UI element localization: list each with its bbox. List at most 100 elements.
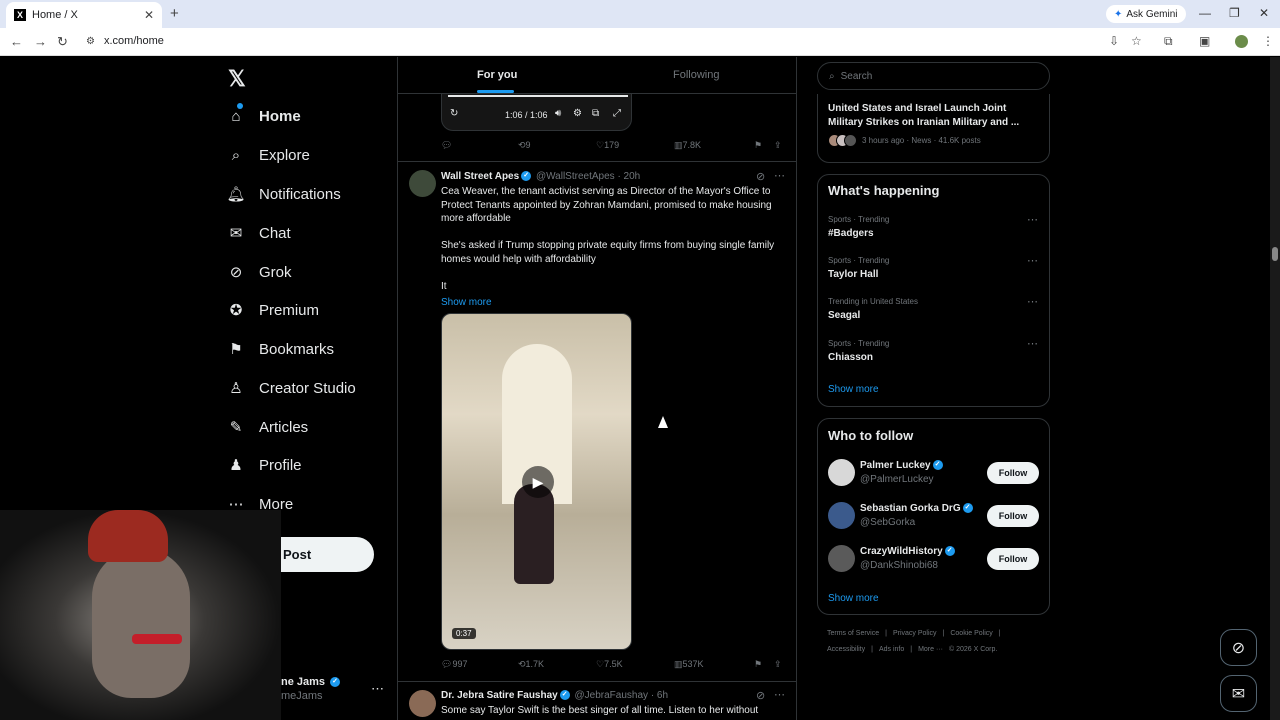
avatar[interactable]: [409, 170, 436, 197]
footer-link[interactable]: Ads info: [879, 646, 904, 653]
follow-button[interactable]: Follow: [987, 462, 1039, 484]
tab-for-you[interactable]: For you: [477, 69, 517, 81]
scrollbar[interactable]: [1270, 57, 1280, 720]
nav-profile[interactable]: ♟ Profile: [227, 450, 301, 480]
reply-button[interactable]: 💬︎: [441, 140, 452, 151]
address-bar[interactable]: x.com/home: [104, 35, 164, 47]
tweet-author[interactable]: Dr. Jebra Satire Faushay ✓ @JebraFaushay …: [441, 690, 668, 701]
reload-icon[interactable]: ↻: [57, 34, 68, 50]
minimize-icon[interactable]: —: [1199, 6, 1211, 20]
nav-grok[interactable]: ⊘ Grok: [227, 257, 292, 287]
tab-close-icon[interactable]: ✕: [144, 8, 154, 22]
trend-more-icon[interactable]: ⋯: [1027, 337, 1038, 350]
timeline[interactable]: For you Following ↻ 1:06 / 1:06 🔊︎ ⚙ ⧉ ⤢…: [397, 57, 797, 720]
volume-icon[interactable]: 🔊︎: [555, 108, 561, 119]
new-tab-button[interactable]: +: [170, 5, 179, 22]
follow-suggestion[interactable]: Sebastian Gorka DrG ✓ @SebGorka Follow: [828, 502, 1040, 530]
video-progress-bar[interactable]: [448, 95, 628, 97]
search-input[interactable]: ⌕ Search: [817, 62, 1050, 90]
trends-show-more-link[interactable]: Show more: [828, 384, 879, 395]
nav-home[interactable]: ⌂ Home: [227, 101, 301, 131]
show-more-link[interactable]: Show more: [441, 297, 492, 308]
post-button[interactable]: Post: [281, 537, 374, 572]
nav-explore[interactable]: ⌕ Explore: [227, 140, 310, 170]
settings-icon[interactable]: ⚙: [573, 108, 582, 119]
footer-link[interactable]: Privacy Policy: [893, 630, 937, 637]
trend-topic: Chiasson: [828, 352, 874, 363]
follow-suggestion[interactable]: CrazyWildHistory ✓ @DankShinobi68 Follow: [828, 545, 1040, 573]
footer-link[interactable]: Terms of Service: [827, 630, 879, 637]
browser-tab[interactable]: X Home / X ✕: [6, 2, 162, 28]
webcam-person: [92, 548, 190, 698]
footer-link[interactable]: Cookie Policy: [950, 630, 992, 637]
grok-icon[interactable]: ⊘: [756, 170, 765, 183]
tab-following[interactable]: Following: [673, 69, 719, 81]
tweet-video[interactable]: ▶ 0:37: [441, 313, 632, 650]
tweet-more-icon[interactable]: ⋯: [774, 688, 785, 701]
tweet-more-icon[interactable]: ⋯: [774, 169, 785, 182]
trend-more-icon[interactable]: ⋯: [1027, 295, 1038, 308]
share-icon[interactable]: ⇪: [774, 140, 782, 151]
views-button[interactable]: ▥ 7.8K: [674, 140, 701, 151]
news-card[interactable]: United States and Israel Launch Joint Mi…: [817, 94, 1050, 163]
scrollbar-thumb[interactable]: [1272, 247, 1278, 261]
nav-bookmarks[interactable]: ⚑ Bookmarks: [227, 334, 334, 364]
nav-chat[interactable]: ✉ Chat: [227, 218, 291, 248]
footer-link[interactable]: More ···: [918, 646, 943, 653]
back-icon[interactable]: ←: [10, 34, 23, 49]
nav-notifications[interactable]: 🔔︎ Notifications: [226, 179, 340, 209]
repost-button[interactable]: ⟲ 9: [518, 140, 531, 151]
account-more-icon[interactable]: ⋯: [371, 681, 384, 697]
extensions-icon[interactable]: ⧉: [1164, 34, 1173, 49]
nav-label: Grok: [259, 263, 292, 281]
nav-label: Chat: [259, 224, 291, 242]
pip-icon[interactable]: ⧉: [592, 108, 599, 119]
site-info-icon[interactable]: ⚙: [86, 36, 95, 47]
trend-topic: Taylor Hall: [828, 269, 879, 280]
verified-icon: ✓: [962, 503, 973, 514]
follow-button[interactable]: Follow: [987, 505, 1039, 527]
tweet-author[interactable]: Wall Street Apes ✓ @WallStreetApes · 20h: [441, 171, 640, 182]
bookmark-icon[interactable]: ⚑: [754, 659, 762, 670]
trend-item[interactable]: Sports · Trending Taylor Hall ⋯: [828, 254, 1038, 280]
trend-item[interactable]: Sports · Trending #Badgers ⋯: [828, 213, 1038, 239]
trend-item[interactable]: Sports · Trending Chiasson ⋯: [828, 337, 1038, 363]
avatar[interactable]: [409, 690, 436, 717]
nav-premium[interactable]: ✪ Premium: [227, 295, 319, 325]
grok-icon[interactable]: ⊘: [1220, 629, 1257, 666]
follow-suggestion[interactable]: Palmer Luckey ✓ @PalmerLuckey Follow: [828, 459, 1040, 487]
window-close-icon[interactable]: ✕: [1259, 6, 1269, 20]
bookmark-icon[interactable]: ⚑: [754, 140, 762, 151]
restore-icon[interactable]: ❐: [1229, 6, 1240, 20]
trend-more-icon[interactable]: ⋯: [1027, 213, 1038, 226]
follow-button[interactable]: Follow: [987, 548, 1039, 570]
nav-label: Explore: [259, 146, 310, 164]
install-icon[interactable]: ⇩: [1109, 34, 1119, 48]
messages-icon[interactable]: ✉: [1220, 675, 1257, 712]
x-logo[interactable]: 𝕏: [228, 66, 246, 92]
ask-gemini-button[interactable]: ✦ Ask Gemini: [1106, 5, 1186, 23]
like-button[interactable]: ♡ 179: [596, 140, 619, 151]
footer-link[interactable]: Accessibility: [827, 646, 865, 653]
trend-more-icon[interactable]: ⋯: [1027, 254, 1038, 267]
previous-video-controls[interactable]: ↻ 1:06 / 1:06 🔊︎ ⚙ ⧉ ⤢: [441, 93, 632, 131]
nav-creator-studio[interactable]: ♙ Creator Studio: [227, 373, 355, 403]
reply-button[interactable]: 💬︎ 997: [441, 659, 467, 670]
sidepanel-icon[interactable]: ▣: [1199, 34, 1210, 48]
play-icon[interactable]: ▶: [522, 466, 554, 498]
nav-articles[interactable]: ✎ Articles: [227, 412, 308, 442]
replay-icon[interactable]: ↻: [450, 108, 458, 119]
views-button[interactable]: ▥ 537K: [674, 659, 704, 670]
like-button[interactable]: ♡ 7.5K: [596, 659, 623, 670]
profile-avatar[interactable]: [1235, 35, 1248, 48]
repost-button[interactable]: ⟲ 1.7K: [518, 659, 544, 670]
forward-icon[interactable]: →: [34, 34, 47, 49]
grok-icon[interactable]: ⊘: [756, 689, 765, 702]
trend-item[interactable]: Trending in United States Seagal ⋯: [828, 295, 1038, 321]
who-show-more-link[interactable]: Show more: [828, 593, 879, 604]
share-icon[interactable]: ⇪: [774, 659, 782, 670]
browser-menu-icon[interactable]: ⋮: [1262, 34, 1274, 48]
fullscreen-icon[interactable]: ⤢: [613, 108, 621, 119]
account-switcher[interactable]: ne Jams ✓ meJams: [281, 676, 342, 702]
star-icon[interactable]: ☆: [1131, 34, 1142, 48]
